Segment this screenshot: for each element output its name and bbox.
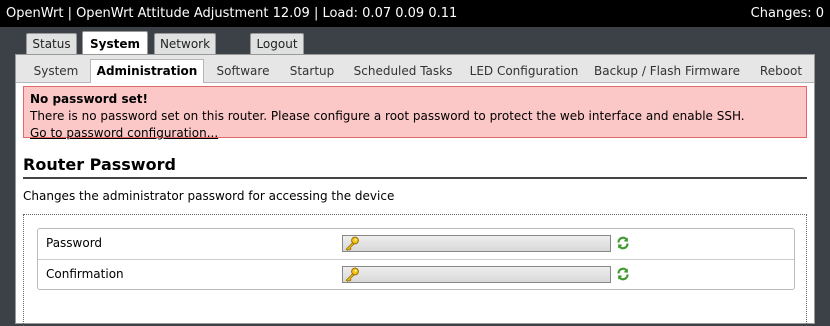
reveal-password-icon[interactable] <box>616 267 630 281</box>
password-form: Password Confirmation <box>37 228 795 290</box>
alert-title: No password set! <box>30 92 148 106</box>
section-description: Changes the administrator password for a… <box>23 189 395 203</box>
password-label: Password <box>46 236 103 250</box>
key-icon <box>345 267 359 282</box>
subtab-system[interactable]: System <box>26 61 86 82</box>
tab-status[interactable]: Status <box>26 33 77 54</box>
subtab-led-configuration[interactable]: LED Configuration <box>466 61 582 82</box>
content-panel: System Administration Software Startup S… <box>15 54 815 326</box>
confirmation-row: Confirmation <box>38 259 794 290</box>
subtab-software[interactable]: Software <box>210 61 276 82</box>
password-fieldset: Password Confirmation <box>23 214 807 326</box>
section-title: Router Password <box>23 155 807 179</box>
password-row: Password <box>38 229 794 259</box>
header-title: OpenWrt | OpenWrt Attitude Adjustment 12… <box>6 6 458 21</box>
sub-navigation: System Administration Software Startup S… <box>16 55 814 83</box>
alert-no-password: No password set! There is no password se… <box>23 86 807 140</box>
tab-logout[interactable]: Logout <box>250 33 304 54</box>
subtab-reboot[interactable]: Reboot <box>754 61 808 82</box>
subtab-administration[interactable]: Administration <box>90 59 204 83</box>
subtab-backup-flash-firmware[interactable]: Backup / Flash Firmware <box>592 61 742 82</box>
password-config-link[interactable]: Go to password configuration... <box>30 126 218 140</box>
subtab-startup[interactable]: Startup <box>284 61 340 82</box>
confirmation-label: Confirmation <box>46 267 124 281</box>
tab-network[interactable]: Network <box>154 33 216 54</box>
key-icon <box>345 236 359 251</box>
password-input[interactable] <box>342 235 611 252</box>
subtab-scheduled-tasks[interactable]: Scheduled Tasks <box>350 61 456 82</box>
alert-message: There is no password set on this router.… <box>30 109 745 123</box>
top-bar: OpenWrt | OpenWrt Attitude Adjustment 12… <box>0 0 830 27</box>
confirmation-input[interactable] <box>342 266 611 283</box>
changes-indicator[interactable]: Changes: 0 <box>751 6 824 21</box>
tab-system[interactable]: System <box>82 31 148 55</box>
reveal-password-icon[interactable] <box>616 236 630 250</box>
